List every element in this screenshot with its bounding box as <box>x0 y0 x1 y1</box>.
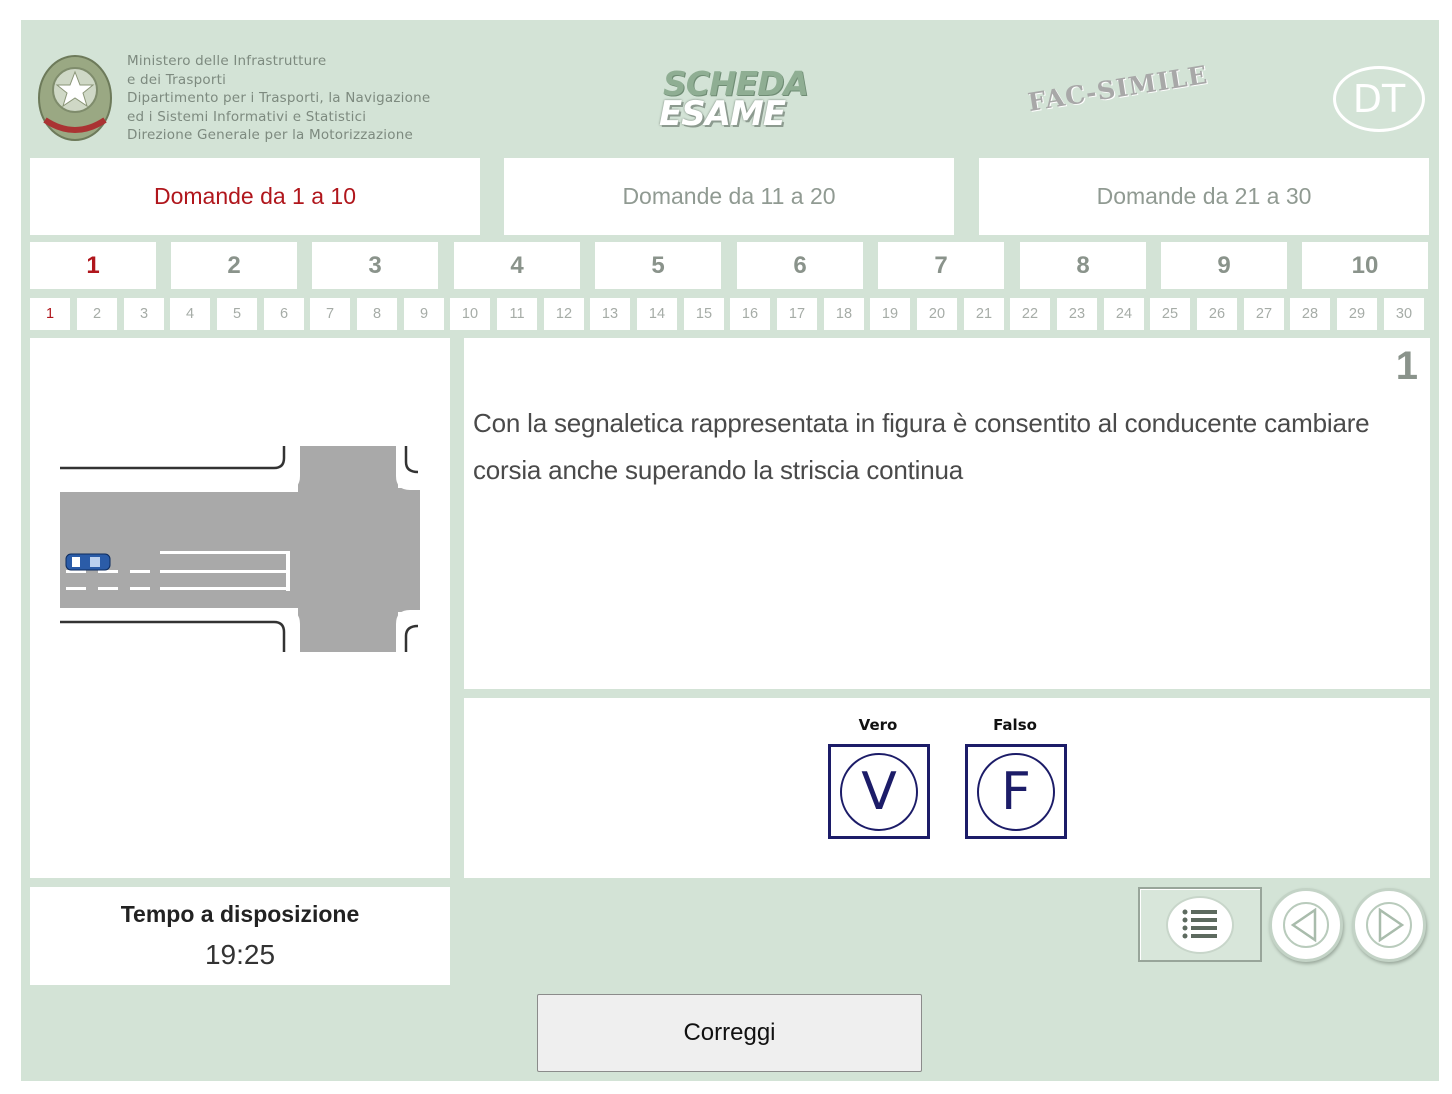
mini-tab-30[interactable]: 30 <box>1384 298 1424 330</box>
mini-tab-8[interactable]: 8 <box>357 298 397 330</box>
mini-tab-20[interactable]: 20 <box>917 298 957 330</box>
false-symbol: F <box>977 752 1055 831</box>
mini-tab-3[interactable]: 3 <box>124 298 164 330</box>
question-image-panel <box>30 338 450 878</box>
question-tab-8[interactable]: 8 <box>1020 242 1146 289</box>
previous-button[interactable] <box>1269 888 1343 962</box>
mini-tab-4[interactable]: 4 <box>170 298 210 330</box>
mini-tab-28[interactable]: 28 <box>1290 298 1330 330</box>
mini-tab-10[interactable]: 10 <box>450 298 490 330</box>
question-tab-4[interactable]: 4 <box>454 242 580 289</box>
question-tab-1[interactable]: 1 <box>30 242 156 289</box>
true-label: Vero <box>858 716 898 734</box>
ministry-line: Dipartimento per i Trasporti, la Navigaz… <box>127 90 431 106</box>
arrow-left-icon <box>1283 902 1329 948</box>
mini-tab-7[interactable]: 7 <box>310 298 350 330</box>
mini-tab-12[interactable]: 12 <box>544 298 584 330</box>
question-tab-3[interactable]: 3 <box>312 242 438 289</box>
mini-tab-1[interactable]: 1 <box>30 298 70 330</box>
range-tab-1-10[interactable]: Domande da 1 a 10 <box>30 158 480 235</box>
ministry-heading: Ministero delle Infrastrutture e dei Tra… <box>127 52 430 145</box>
range-tab-11-20[interactable]: Domande da 11 a 20 <box>504 158 954 235</box>
ministry-line: Direzione Generale per la Motorizzazione <box>127 127 413 143</box>
blue-car <box>65 553 111 571</box>
timer-panel: Tempo a disposizione 19:25 <box>30 887 450 985</box>
question-panel: 1 Con la segnaletica rappresentata in fi… <box>464 338 1430 689</box>
republic-emblem-icon <box>38 55 112 141</box>
mini-tab-2[interactable]: 2 <box>77 298 117 330</box>
correct-button[interactable]: Correggi <box>537 994 922 1072</box>
next-button[interactable] <box>1352 888 1426 962</box>
arrow-right-icon <box>1366 902 1412 948</box>
timer-value: 19:25 <box>204 939 276 970</box>
ministry-line: ed i Sistemi Informativi e Statistici <box>127 108 367 125</box>
mini-tab-26[interactable]: 26 <box>1197 298 1237 330</box>
mini-tab-29[interactable]: 29 <box>1337 298 1377 330</box>
mini-tab-23[interactable]: 23 <box>1057 298 1097 330</box>
mini-tab-27[interactable]: 27 <box>1244 298 1284 330</box>
mini-tab-6[interactable]: 6 <box>264 298 304 330</box>
mini-tab-22[interactable]: 22 <box>1010 298 1050 330</box>
mini-tab-14[interactable]: 14 <box>637 298 677 330</box>
mini-tab-17[interactable]: 17 <box>777 298 817 330</box>
question-tab-5[interactable]: 5 <box>595 242 721 289</box>
answer-panel: Vero V Falso F <box>464 698 1430 878</box>
mini-tab-19[interactable]: 19 <box>870 298 910 330</box>
mini-tab-18[interactable]: 18 <box>824 298 864 330</box>
mini-tab-13[interactable]: 13 <box>590 298 630 330</box>
mini-tab-24[interactable]: 24 <box>1104 298 1144 330</box>
mini-tab-5[interactable]: 5 <box>217 298 257 330</box>
range-tab-21-30[interactable]: Domande da 21 a 30 <box>979 158 1429 235</box>
question-tab-2[interactable]: 2 <box>171 242 297 289</box>
false-label: Falso <box>993 716 1037 734</box>
question-tab-7[interactable]: 7 <box>878 242 1004 289</box>
ministry-line: Ministero delle Infrastrutture <box>127 53 327 69</box>
ministry-line: e dei Trasporti <box>127 71 227 88</box>
mini-tab-16[interactable]: 16 <box>730 298 770 330</box>
false-button[interactable]: F <box>965 744 1067 839</box>
true-symbol: V <box>840 752 918 831</box>
mini-tab-11[interactable]: 11 <box>497 298 537 330</box>
dt-badge: DT <box>1333 66 1425 132</box>
mini-tab-9[interactable]: 9 <box>404 298 444 330</box>
mini-tab-15[interactable]: 15 <box>684 298 724 330</box>
question-number: 1 <box>1395 344 1418 388</box>
exam-frame: Ministero delle Infrastrutture e dei Tra… <box>21 20 1439 1081</box>
true-button[interactable]: V <box>828 744 930 839</box>
road-intersection-illustration <box>60 446 420 652</box>
fac-simile-watermark: FAC-SIMILE <box>1025 59 1210 118</box>
list-icon <box>1166 896 1234 954</box>
mini-tab-21[interactable]: 21 <box>964 298 1004 330</box>
mini-tab-25[interactable]: 25 <box>1150 298 1190 330</box>
question-tab-6[interactable]: 6 <box>737 242 863 289</box>
question-tab-10[interactable]: 10 <box>1302 242 1428 289</box>
question-list-button[interactable] <box>1138 887 1262 962</box>
timer-label: Tempo a disposizione <box>120 901 360 927</box>
scheda-esame-logo: SCHEDA ESAME <box>653 64 823 136</box>
question-text: Con la segnaletica rappresentata in figu… <box>473 408 1370 485</box>
logo-line-2: ESAME <box>659 94 786 134</box>
question-tab-9[interactable]: 9 <box>1161 242 1287 289</box>
